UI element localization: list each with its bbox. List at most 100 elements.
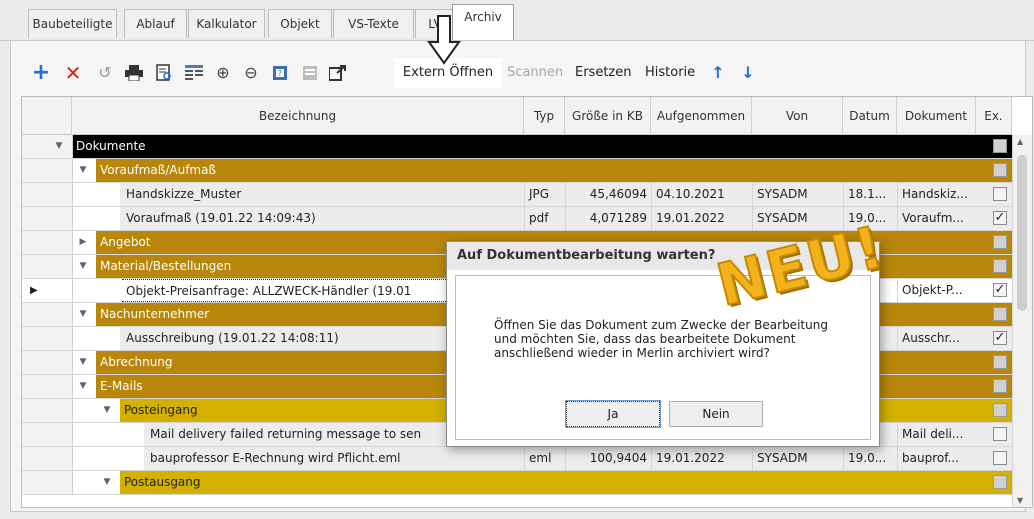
move-down-icon[interactable]: ↓: [738, 58, 758, 88]
nein-button[interactable]: Nein: [669, 401, 763, 427]
ex-checkbox[interactable]: [993, 475, 1007, 489]
row-indicator[interactable]: [22, 399, 73, 422]
ex-checkbox[interactable]: [993, 451, 1007, 465]
row-indicator[interactable]: [22, 351, 73, 374]
row-indicator[interactable]: [22, 303, 73, 326]
collapse-icon[interactable]: ▼: [100, 471, 114, 494]
table-row[interactable]: bauprofessor E-Rechnung wird Pflicht.eml…: [22, 447, 1012, 471]
header-typ[interactable]: Typ: [524, 97, 565, 135]
tab-objekt[interactable]: Objekt: [268, 9, 332, 38]
cell-size: 45,46094: [565, 183, 651, 206]
collapse-icon[interactable]: ▼: [76, 351, 90, 374]
row-indicator[interactable]: [22, 183, 73, 206]
header-ex[interactable]: Ex.: [976, 97, 1012, 135]
scannen-button[interactable]: Scannen: [507, 58, 563, 88]
ex-checkbox[interactable]: [993, 235, 1007, 249]
cell-size: 4,071289: [565, 207, 651, 230]
scroll-up-icon[interactable]: ▲: [1017, 137, 1023, 146]
cell-bezeichnung: Voraufmaß (19.01.22 14:09:43): [126, 211, 316, 225]
row-indicator[interactable]: [22, 255, 73, 278]
cell-aufgenommen: 19.01.2022: [651, 447, 752, 470]
export-icon[interactable]: [326, 58, 350, 88]
ex-checkbox[interactable]: [993, 163, 1007, 177]
tab-kalkulator[interactable]: Kalkulator: [188, 9, 265, 38]
row-indicator[interactable]: [22, 423, 73, 446]
ex-checkbox[interactable]: ✓: [993, 283, 1007, 297]
expand-icon[interactable]: ▶: [76, 231, 90, 254]
header-dokument[interactable]: Dokument: [897, 97, 976, 135]
ersetzen-button[interactable]: Ersetzen: [575, 58, 632, 88]
current-row-icon: ▶: [30, 285, 38, 296]
header-groesse[interactable]: Größe in KB: [565, 97, 651, 135]
ex-checkbox[interactable]: [993, 427, 1007, 441]
row-indicator[interactable]: [22, 231, 73, 254]
header-datum[interactable]: Datum: [843, 97, 897, 135]
table-row[interactable]: ▼ Dokumente: [22, 135, 1012, 159]
cell-dokument: Handskiz...: [897, 183, 976, 206]
collapse-icon[interactable]: ▼: [76, 159, 90, 182]
cell-von: SYSADM: [752, 447, 843, 470]
move-up-icon[interactable]: ↑: [708, 58, 728, 88]
table-row[interactable]: ▼ Voraufmaß/Aufmaß: [22, 159, 1012, 183]
note-icon[interactable]: ?: [268, 58, 292, 88]
ex-checkbox[interactable]: [993, 187, 1007, 201]
dialog-message: Öffnen Sie das Dokument zum Zwecke der B…: [494, 318, 854, 360]
ex-checkbox[interactable]: [993, 355, 1007, 369]
row-indicator[interactable]: [22, 327, 73, 350]
ex-checkbox[interactable]: ✓: [993, 211, 1007, 225]
table-row[interactable]: ▼ Postausgang: [22, 471, 1012, 495]
cell-aufgenommen: 19.01.2022: [651, 207, 752, 230]
historie-button[interactable]: Historie: [645, 58, 695, 88]
ex-checkbox[interactable]: ✓: [993, 331, 1007, 345]
row-indicator[interactable]: [22, 375, 73, 398]
cell-typ: pdf: [524, 207, 565, 230]
row-indicator[interactable]: [22, 207, 73, 230]
header-bezeichnung[interactable]: Bezeichnung: [72, 97, 524, 135]
collapse-icon[interactable]: ▼: [76, 375, 90, 398]
zoom-in-icon[interactable]: ⊕: [212, 58, 234, 88]
scroll-down-icon[interactable]: ▼: [1017, 496, 1023, 505]
cell-datum: 18.1...: [843, 183, 897, 206]
print-icon[interactable]: [122, 58, 146, 88]
ex-checkbox[interactable]: [993, 259, 1007, 273]
table-row[interactable]: Handskizze_Muster JPG 45,46094 04.10.2021 SY…: [22, 183, 1012, 207]
vertical-scrollbar[interactable]: ▲ ▼: [1012, 135, 1032, 507]
tab-baubeteiligte[interactable]: Baubeteiligte: [28, 9, 117, 38]
zoom-out-icon[interactable]: ⊖: [240, 58, 262, 88]
collapse-icon[interactable]: ▼: [76, 255, 90, 278]
ja-button[interactable]: Ja: [565, 400, 661, 428]
cell-dokument: Objekt-P...: [897, 279, 976, 302]
scrollbar-thumb[interactable]: [1017, 155, 1027, 311]
tab-vs-texte[interactable]: VS-Texte: [333, 9, 414, 38]
cell-bezeichnung: Handskizze_Muster: [126, 187, 242, 201]
row-indicator[interactable]: [22, 471, 73, 494]
disabled-doc-icon[interactable]: [298, 58, 322, 88]
collapse-icon[interactable]: ▼: [52, 135, 66, 158]
preview-icon[interactable]: [152, 58, 176, 88]
list-icon[interactable]: [182, 58, 206, 88]
cell-bezeichnung: Postausgang: [124, 475, 201, 489]
tab-bar: Baubeteiligte Ablauf Kalkulator Objekt V…: [0, 0, 1034, 41]
row-indicator[interactable]: [22, 159, 73, 182]
cell-size: 100,9404: [565, 447, 651, 470]
header-von[interactable]: Von: [752, 97, 843, 135]
delete-icon[interactable]: ✕: [62, 58, 84, 88]
cell-typ: eml: [524, 447, 565, 470]
header-aufgenommen[interactable]: Aufgenommen: [651, 97, 752, 135]
cell-dokument: Voraufm...: [897, 207, 976, 230]
undo-icon[interactable]: ↺: [94, 58, 116, 88]
ex-checkbox[interactable]: [993, 307, 1007, 321]
cell-bezeichnung: bauprofessor E-Rechnung wird Pflicht.eml: [150, 451, 401, 465]
ex-checkbox[interactable]: [993, 403, 1007, 417]
cell-typ: JPG: [524, 183, 565, 206]
row-indicator[interactable]: [22, 447, 73, 470]
ex-checkbox[interactable]: [993, 379, 1007, 393]
tab-ablauf[interactable]: Ablauf: [124, 9, 187, 38]
ex-checkbox[interactable]: [993, 139, 1007, 153]
cell-bezeichnung: Dokumente: [76, 139, 146, 153]
row-indicator[interactable]: ▶: [22, 279, 73, 302]
collapse-icon[interactable]: ▼: [100, 399, 114, 422]
cell-dokument: Ausschr...: [897, 327, 976, 350]
collapse-icon[interactable]: ▼: [76, 303, 90, 326]
add-icon[interactable]: +: [30, 58, 52, 88]
